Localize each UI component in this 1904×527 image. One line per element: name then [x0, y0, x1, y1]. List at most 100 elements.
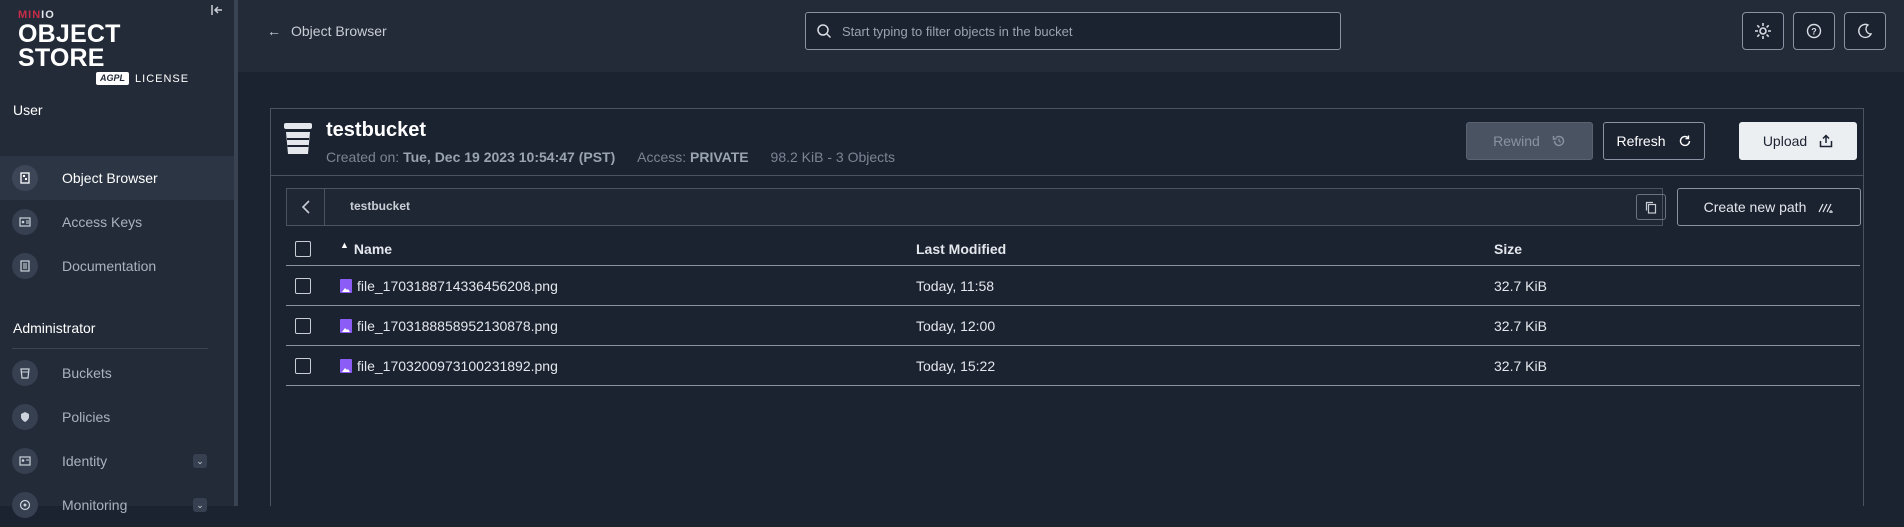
breadcrumb: testbucket	[286, 188, 1666, 226]
bucket-icon	[284, 123, 312, 154]
upload-icon	[1819, 134, 1833, 148]
object-name-cell[interactable]: file_1703200973100231892.png	[340, 358, 558, 374]
logo-license: AGPL LICENSE	[96, 72, 208, 85]
created-label: Created on:	[326, 149, 400, 165]
arrow-left-icon: ←	[267, 23, 281, 39]
sidebar-item-identity[interactable]: Identity ⌄	[0, 439, 234, 483]
breadcrumb-back-button[interactable]	[287, 189, 325, 225]
buckets-icon	[12, 360, 38, 386]
object-browser-icon	[12, 165, 38, 191]
monitoring-icon	[12, 492, 38, 518]
sidebar-item-label: Object Browser	[62, 170, 158, 186]
svg-text:?: ?	[1811, 27, 1817, 37]
back-link-label: Object Browser	[291, 23, 387, 39]
bucket-summary: 98.2 KiB - 3 Objects	[770, 149, 896, 165]
chevron-down-icon[interactable]: ⌄	[193, 454, 207, 468]
row-checkbox[interactable]	[295, 277, 311, 294]
object-name-cell[interactable]: file_1703188858952130878.png	[340, 318, 558, 334]
object-name-cell[interactable]: file_1703188714336456208.png	[340, 278, 558, 294]
sidebar-item-label: Monitoring	[62, 497, 128, 513]
refresh-icon	[1679, 135, 1690, 147]
column-size-header[interactable]: Size	[1494, 241, 1522, 257]
column-name-header[interactable]: ▲ Name	[340, 240, 392, 257]
breadcrumb-path[interactable]: testbucket	[350, 199, 410, 213]
copy-icon	[1645, 201, 1657, 214]
sidebar-item-label: Documentation	[62, 258, 157, 274]
logo-product: OBJECT STORE	[18, 20, 121, 72]
minio-logo[interactable]: MINIO OBJECT STORE AGPL LICENSE	[18, 10, 208, 85]
refresh-label: Refresh	[1616, 133, 1666, 149]
upload-label: Upload	[1762, 133, 1808, 149]
object-modified: Today, 15:22	[916, 357, 996, 374]
object-modified: Today, 12:00	[916, 317, 996, 334]
table-row[interactable]: file_1703188714336456208.png Today, 11:5…	[286, 266, 1860, 306]
section-divider	[12, 348, 208, 349]
rewind-label: Rewind	[1493, 133, 1540, 149]
upload-button[interactable]: Upload	[1739, 122, 1857, 160]
table-row[interactable]: file_1703200973100231892.png Today, 15:2…	[286, 346, 1860, 386]
object-name: file_1703188714336456208.png	[357, 277, 558, 294]
sidebar-item-monitoring[interactable]: Monitoring ⌄	[0, 483, 234, 527]
moon-icon	[1858, 23, 1873, 39]
sidebar-item-label: Policies	[62, 409, 111, 425]
object-size: 32.7 KiB	[1494, 357, 1547, 374]
collapse-sidebar-icon[interactable]	[208, 3, 226, 21]
object-modified: Today, 11:58	[916, 277, 995, 294]
object-size: 32.7 KiB	[1494, 277, 1547, 294]
refresh-button[interactable]: Refresh	[1603, 122, 1705, 160]
copy-path-button[interactable]	[1636, 194, 1666, 220]
section-administrator: Administrator	[13, 320, 96, 336]
chevron-down-icon[interactable]: ⌄	[193, 498, 207, 512]
chevron-left-icon	[301, 200, 310, 214]
object-size: 32.7 KiB	[1494, 317, 1547, 334]
bucket-title: testbucket	[326, 119, 427, 141]
documentation-icon	[12, 253, 38, 279]
table-row[interactable]: file_1703188858952130878.png Today, 12:0…	[286, 306, 1860, 346]
object-name: file_1703188858952130878.png	[357, 317, 558, 334]
row-checkbox[interactable]	[295, 317, 311, 334]
sidebar: MINIO OBJECT STORE AGPL LICENSE User Obj…	[0, 0, 234, 518]
sidebar-item-object-browser[interactable]: Object Browser	[0, 156, 234, 200]
table-header-row: ▲ Name Last Modified Size	[286, 233, 1860, 266]
create-new-path-button[interactable]: Create new path	[1677, 188, 1861, 226]
back-to-object-browser-link[interactable]: ← Object Browser	[267, 23, 387, 39]
sidebar-item-access-keys[interactable]: Access Keys	[0, 200, 234, 244]
sidebar-item-policies[interactable]: Policies	[0, 395, 234, 439]
sidebar-item-label: Identity	[62, 453, 108, 469]
sidebar-scrollbar[interactable]	[234, 0, 238, 506]
search-input[interactable]	[842, 23, 1322, 39]
objects-table: ▲ Name Last Modified Size file_170318871…	[286, 233, 1860, 386]
object-filter-search[interactable]	[805, 12, 1341, 50]
sidebar-item-label: Buckets	[62, 365, 112, 381]
new-path-icon	[1818, 203, 1834, 213]
settings-button[interactable]	[1742, 12, 1784, 50]
section-user: User	[13, 102, 43, 118]
history-icon	[1552, 135, 1565, 147]
sidebar-item-documentation[interactable]: Documentation	[0, 244, 234, 288]
row-checkbox[interactable]	[295, 357, 311, 374]
policies-icon	[12, 404, 38, 430]
access-label: Access:	[637, 149, 687, 165]
help-button[interactable]: ?	[1793, 12, 1835, 50]
select-all-checkbox[interactable]	[295, 241, 311, 257]
help-icon: ?	[1806, 23, 1822, 39]
license-label: LICENSE	[135, 72, 190, 85]
dark-mode-button[interactable]	[1844, 12, 1886, 50]
access-keys-icon	[12, 209, 38, 235]
rewind-button[interactable]: Rewind	[1466, 122, 1593, 160]
search-icon	[817, 24, 832, 39]
object-name: file_1703200973100231892.png	[357, 357, 558, 374]
agpl-badge: AGPL	[96, 72, 130, 85]
sidebar-item-buckets[interactable]: Buckets	[0, 351, 234, 395]
image-file-icon	[340, 278, 352, 293]
gear-icon	[1755, 23, 1771, 39]
column-modified-header[interactable]: Last Modified	[916, 241, 1006, 257]
sidebar-item-label: Access Keys	[62, 214, 143, 230]
identity-icon	[12, 448, 38, 474]
sort-asc-icon: ▲	[340, 240, 349, 250]
access-value: PRIVATE	[690, 149, 749, 165]
bucket-panel: testbucket Created on: Tue, Dec 19 2023 …	[270, 108, 1864, 506]
create-new-path-label: Create new path	[1703, 199, 1807, 215]
bucket-header: testbucket Created on: Tue, Dec 19 2023 …	[271, 109, 1863, 176]
created-value: Tue, Dec 19 2023 10:54:47 (PST)	[403, 149, 616, 165]
